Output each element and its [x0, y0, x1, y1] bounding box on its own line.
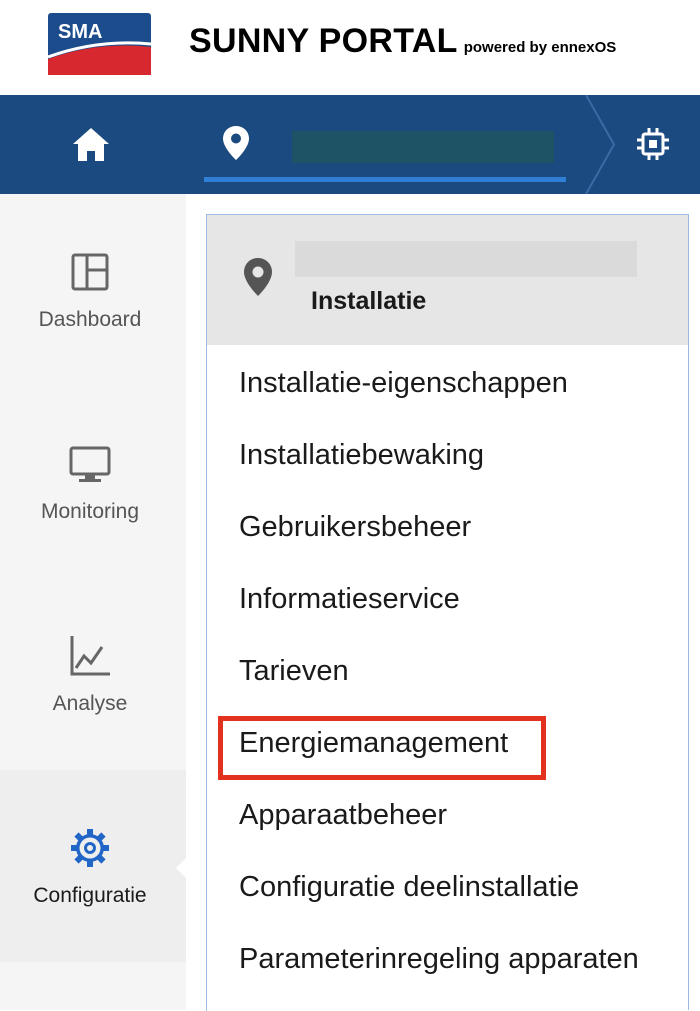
panel-border [688, 214, 689, 1010]
plant-name-redacted [292, 131, 554, 163]
sidebar-item-label: Monitoring [40, 500, 140, 523]
device-button[interactable] [634, 125, 672, 163]
sma-logo[interactable]: SMA [48, 13, 151, 75]
active-tab-indicator [204, 177, 566, 182]
sidebar-item-configuratie[interactable]: Configuratie [0, 770, 186, 962]
configuration-menu: Installatie Installatie-eigenschappen In… [206, 214, 689, 1011]
sidebar-item-analyse[interactable]: Analyse [0, 578, 186, 770]
menu-item-informatieservice[interactable]: Informatieservice [239, 583, 460, 616]
menu-item-parameterinregeling-apparaten[interactable]: Parameterinregeling apparaten [239, 943, 639, 976]
menu-item-configuratie-deelinstallatie[interactable]: Configuratie deelinstallatie [239, 871, 579, 904]
plant-tab[interactable] [204, 95, 566, 194]
sidebar-item-label: Configuratie [33, 884, 147, 907]
map-pin-icon [223, 126, 249, 160]
breadcrumb-chevron-icon [585, 95, 616, 194]
sidebar-item-label: Dashboard [38, 308, 142, 331]
home-button[interactable] [70, 125, 112, 165]
menu-header: Installatie [207, 215, 689, 345]
menu-item-gebruikersbeheer[interactable]: Gebruikersbeheer [239, 511, 471, 544]
logo-text: SMA [58, 21, 102, 43]
sidebar-item-dashboard[interactable]: Dashboard [0, 194, 186, 386]
map-pin-icon [244, 258, 272, 296]
brand-subtitle: powered by ennexOS [463, 39, 617, 56]
home-icon [73, 128, 109, 161]
monitor-icon [69, 446, 111, 482]
dashboard-layout-icon [71, 253, 109, 291]
menu-item-installatie-eigenschappen[interactable]: Installatie-eigenschappen [239, 367, 568, 400]
brand: SUNNY PORTAL powered by ennexOS [189, 22, 616, 61]
menu-item-installatiebewaking[interactable]: Installatiebewaking [239, 439, 484, 472]
sidebar-item-label: Analyse [52, 692, 128, 715]
chip-icon [637, 128, 669, 160]
app-header: SMA SUNNY PORTAL powered by ennexOS [0, 0, 700, 95]
brand-title: SUNNY PORTAL [189, 22, 458, 60]
sidebar-item-monitoring[interactable]: Monitoring [0, 386, 186, 578]
highlight-box [218, 716, 546, 780]
gear-icon [71, 829, 109, 867]
top-nav [0, 95, 700, 194]
menu-item-tarieven[interactable]: Tarieven [239, 655, 349, 688]
installation-name-redacted [295, 241, 637, 277]
line-chart-icon [70, 636, 110, 676]
menu-item-apparaatbeheer[interactable]: Apparaatbeheer [239, 799, 447, 832]
menu-pointer [176, 836, 208, 900]
menu-title: Installatie [311, 287, 427, 315]
sidebar: Dashboard Monitoring Analyse Configurati… [0, 194, 186, 1010]
